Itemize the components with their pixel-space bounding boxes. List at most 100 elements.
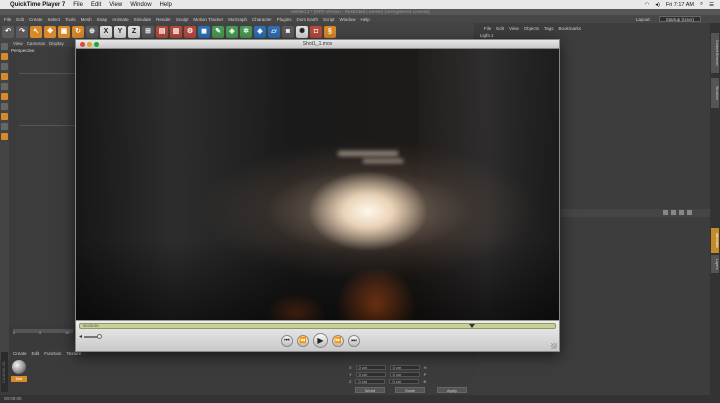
obj-menu-edit[interactable]: Edit xyxy=(496,26,504,31)
obj-menu-view[interactable]: View xyxy=(509,26,519,31)
material-menu-edit[interactable]: Edit xyxy=(32,351,40,356)
c4d-menu-snap[interactable]: Snap xyxy=(97,17,108,22)
spline-pen-icon[interactable]: ✎ xyxy=(212,25,224,38)
texture-mode-icon[interactable] xyxy=(1,63,8,70)
points-mode-icon[interactable] xyxy=(1,73,8,80)
z-axis-button[interactable]: Z xyxy=(128,25,140,38)
c4d-menu-character[interactable]: Character xyxy=(252,17,272,22)
scale-tool-icon[interactable]: ▣ xyxy=(58,25,70,38)
viewport-menu-cameras[interactable]: Cameras xyxy=(27,41,45,46)
close-button[interactable] xyxy=(80,42,85,47)
notification-icon[interactable]: ☰ xyxy=(709,2,714,8)
back-icon[interactable] xyxy=(671,210,676,215)
minimize-button[interactable] xyxy=(87,42,92,47)
layout-dropdown[interactable]: Startup (User) xyxy=(658,16,701,22)
material-preview[interactable] xyxy=(12,360,26,374)
obj-menu-bookmarks[interactable]: Bookmarks xyxy=(559,26,582,31)
tab-content-browser[interactable]: Content Browser xyxy=(711,33,719,73)
scrubber-bar[interactable]: 00:00:00 xyxy=(79,323,556,329)
lock-icon[interactable] xyxy=(679,210,684,215)
volume-knob[interactable] xyxy=(97,333,103,339)
render-view-icon[interactable]: ▤ xyxy=(156,25,168,38)
c4d-menu-dom-earth[interactable]: Dom Earth xyxy=(296,17,318,22)
c4d-menu-create[interactable]: Create xyxy=(29,17,43,22)
obj-menu-file[interactable]: File xyxy=(484,26,491,31)
obj-menu-tags[interactable]: Tags xyxy=(544,26,554,31)
c4d-menu-select[interactable]: Select xyxy=(48,17,61,22)
scale-dropdown[interactable]: Scale xyxy=(395,387,425,393)
c4d-menu-script[interactable]: Script xyxy=(323,17,335,22)
up-arrow-icon[interactable] xyxy=(663,210,668,215)
volume-icon[interactable]: ◂) xyxy=(655,2,660,8)
world-dropdown[interactable]: World xyxy=(355,387,385,393)
c4d-menu-mesh[interactable]: Mesh xyxy=(81,17,92,22)
x-axis-button[interactable]: X xyxy=(100,25,112,38)
locked-workplane-icon[interactable] xyxy=(1,133,8,140)
object-row[interactable]: Light.1 xyxy=(480,33,494,38)
spotlight-icon[interactable]: ⌕ xyxy=(700,1,703,8)
c4d-menu-motion-tracker[interactable]: Motion Tracker xyxy=(193,17,223,22)
size-y-field[interactable]: 0 cm xyxy=(389,372,420,377)
polygons-mode-icon[interactable] xyxy=(1,93,8,100)
c4d-menu-render[interactable]: Render xyxy=(156,17,171,22)
edges-mode-icon[interactable] xyxy=(1,83,8,90)
obj-menu-objects[interactable]: Objects xyxy=(524,26,539,31)
size-x-field[interactable]: 0 cm xyxy=(389,365,420,370)
new-window-icon[interactable] xyxy=(687,210,692,215)
go-to-start-button[interactable]: ⏮ xyxy=(281,334,293,347)
c4d-menu-plugins[interactable]: Plugins xyxy=(277,17,292,22)
perspective-viewport[interactable] xyxy=(9,47,78,325)
axis-mode-icon[interactable] xyxy=(1,103,8,110)
c4d-menu-mograph[interactable]: MoGraph xyxy=(228,17,247,22)
timeline-ruler[interactable] xyxy=(13,329,73,333)
position-x-field[interactable]: 0 cm xyxy=(355,365,386,370)
c4d-menu-help[interactable]: Help xyxy=(361,17,370,22)
python-icon[interactable]: ◘ xyxy=(310,25,322,38)
c4d-menu-animate[interactable]: Animate xyxy=(112,17,129,22)
render-picture-viewer-icon[interactable]: ▥ xyxy=(170,25,182,38)
material-menu-function[interactable]: Function xyxy=(44,351,61,356)
volume-slider[interactable] xyxy=(84,333,103,339)
playhead[interactable] xyxy=(469,324,475,328)
deformer-icon[interactable]: ◆ xyxy=(254,25,266,38)
coord-system-icon[interactable]: ⊞ xyxy=(142,25,154,38)
c4d-menu-sculpt[interactable]: Sculpt xyxy=(176,17,189,22)
subdivision-icon[interactable]: ◈ xyxy=(226,25,238,38)
floor-icon[interactable]: ▱ xyxy=(268,25,280,38)
c4d-menu-tools[interactable]: Tools xyxy=(65,17,76,22)
resize-grip[interactable] xyxy=(551,343,557,349)
make-editable-icon[interactable] xyxy=(1,43,8,50)
c4d-menu-window[interactable]: Window xyxy=(340,17,356,22)
redo-icon[interactable]: ↷ xyxy=(16,25,28,38)
c4d-menu-simulate[interactable]: Simulate xyxy=(134,17,152,22)
wifi-icon[interactable]: ◠ xyxy=(644,2,649,8)
snapping-icon[interactable] xyxy=(1,113,8,120)
video-frame[interactable] xyxy=(76,49,559,320)
menu-file[interactable]: File xyxy=(73,2,83,8)
c4d-menu-file[interactable]: File xyxy=(4,17,11,22)
tab-attributes[interactable]: Attributes xyxy=(711,228,719,253)
array-icon[interactable]: ✲ xyxy=(240,25,252,38)
move-tool-icon[interactable]: ✥ xyxy=(44,25,56,38)
zoom-button[interactable] xyxy=(94,42,99,47)
apply-button[interactable]: Apply xyxy=(437,387,467,393)
workplane-icon[interactable] xyxy=(1,123,8,130)
menu-help[interactable]: Help xyxy=(160,2,172,8)
rotate-tool-icon[interactable]: ↻ xyxy=(72,25,84,38)
tab-layers[interactable]: Layers xyxy=(711,255,719,273)
fast-forward-button[interactable]: ⏩ xyxy=(332,334,344,347)
quicktime-titlebar[interactable]: Shot1_1.mov xyxy=(76,40,559,49)
tab-structure[interactable]: Structure xyxy=(711,78,719,108)
camera-icon[interactable]: ◙ xyxy=(282,25,294,38)
material-name[interactable]: Mat xyxy=(11,376,27,382)
light-icon[interactable]: ✺ xyxy=(296,25,308,38)
menu-edit[interactable]: Edit xyxy=(91,2,101,8)
cube-icon[interactable]: ◼ xyxy=(198,25,210,38)
c4d-menu-edit[interactable]: Edit xyxy=(16,17,24,22)
position-y-field[interactable]: 0 cm xyxy=(355,372,386,377)
render-settings-icon[interactable]: ⚙ xyxy=(184,25,196,38)
position-z-field[interactable]: 0 cm xyxy=(355,379,386,384)
play-button[interactable]: ▶ xyxy=(313,333,328,348)
model-mode-icon[interactable] xyxy=(1,53,8,60)
recent-tool-icon[interactable]: ⊕ xyxy=(86,25,98,38)
